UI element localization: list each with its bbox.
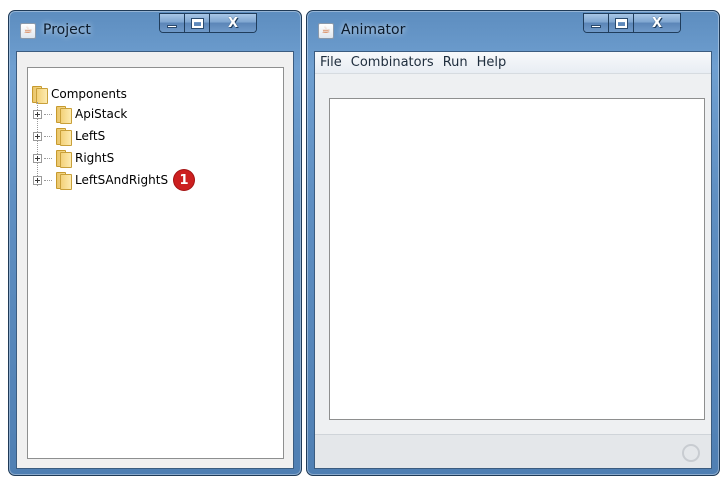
animator-window: ☕ Animator X File Combinators Run Help xyxy=(306,10,720,476)
expand-icon[interactable] xyxy=(33,131,42,141)
animator-client-area: File Combinators Run Help xyxy=(314,51,712,469)
menu-help[interactable]: Help xyxy=(476,54,508,71)
maximize-icon xyxy=(614,17,628,29)
tree-item-label: ApiStack xyxy=(75,107,128,121)
maximize-button[interactable] xyxy=(609,14,634,32)
project-window-title: Project xyxy=(43,22,91,38)
animator-window-title: Animator xyxy=(341,22,406,38)
close-button[interactable]: X xyxy=(210,14,256,32)
minimize-button[interactable] xyxy=(160,14,185,32)
minimize-button[interactable] xyxy=(584,14,609,32)
tree-root-label: Components xyxy=(51,87,127,101)
tree-branch-line xyxy=(44,179,52,181)
project-titlebar[interactable]: ☕ Project X xyxy=(15,11,295,49)
tree-root-components[interactable]: Components xyxy=(31,86,127,104)
animator-titlebar[interactable]: ☕ Animator X xyxy=(313,11,713,49)
activity-spinner-icon xyxy=(682,444,700,462)
tree-item-label: LeftS xyxy=(75,129,106,143)
maximize-icon xyxy=(190,17,204,29)
folder-icon xyxy=(55,150,72,168)
expand-icon[interactable] xyxy=(33,153,42,163)
close-icon: X xyxy=(651,15,663,31)
folder-icon xyxy=(31,86,48,104)
folder-icon xyxy=(55,106,72,124)
close-icon: X xyxy=(227,15,239,31)
status-bar xyxy=(315,434,711,468)
menu-combinators[interactable]: Combinators xyxy=(350,54,435,71)
tree-item-label: LeftSAndRightS xyxy=(75,173,169,187)
project-client-area: Components ApiStack LeftS RightS LeftSAn… xyxy=(16,51,294,469)
animator-caption-buttons: X xyxy=(583,13,681,33)
annotation-badge: 1 xyxy=(174,170,195,190)
java-cup-icon: ☕ xyxy=(20,23,36,39)
tree-item-rights[interactable]: RightS xyxy=(33,150,115,168)
tree-item-apistack[interactable]: ApiStack xyxy=(33,106,128,124)
menu-run[interactable]: Run xyxy=(442,54,469,71)
expand-icon[interactable] xyxy=(33,109,42,119)
tree-item-leftsandrights[interactable]: LeftSAndRightS 1 xyxy=(33,170,195,190)
component-tree[interactable]: Components ApiStack LeftS RightS LeftSAn… xyxy=(27,67,284,459)
animation-canvas[interactable] xyxy=(329,98,705,420)
tree-branch-line xyxy=(44,113,52,115)
folder-icon xyxy=(55,128,72,146)
minimize-icon xyxy=(591,24,601,28)
menu-file[interactable]: File xyxy=(319,54,343,71)
tree-branch-line xyxy=(44,157,52,159)
folder-icon xyxy=(55,172,72,190)
expand-icon[interactable] xyxy=(33,175,42,185)
project-window: ☕ Project X Components ApiStack LeftS Ri… xyxy=(8,10,302,476)
project-caption-buttons: X xyxy=(159,13,257,33)
close-button[interactable]: X xyxy=(634,14,680,32)
tree-item-label: RightS xyxy=(75,151,115,165)
maximize-button[interactable] xyxy=(185,14,210,32)
minimize-icon xyxy=(167,24,177,28)
menu-bar: File Combinators Run Help xyxy=(315,52,711,74)
tree-branch-line xyxy=(44,135,52,137)
tree-item-lefts[interactable]: LeftS xyxy=(33,128,106,146)
java-cup-icon: ☕ xyxy=(318,23,334,39)
